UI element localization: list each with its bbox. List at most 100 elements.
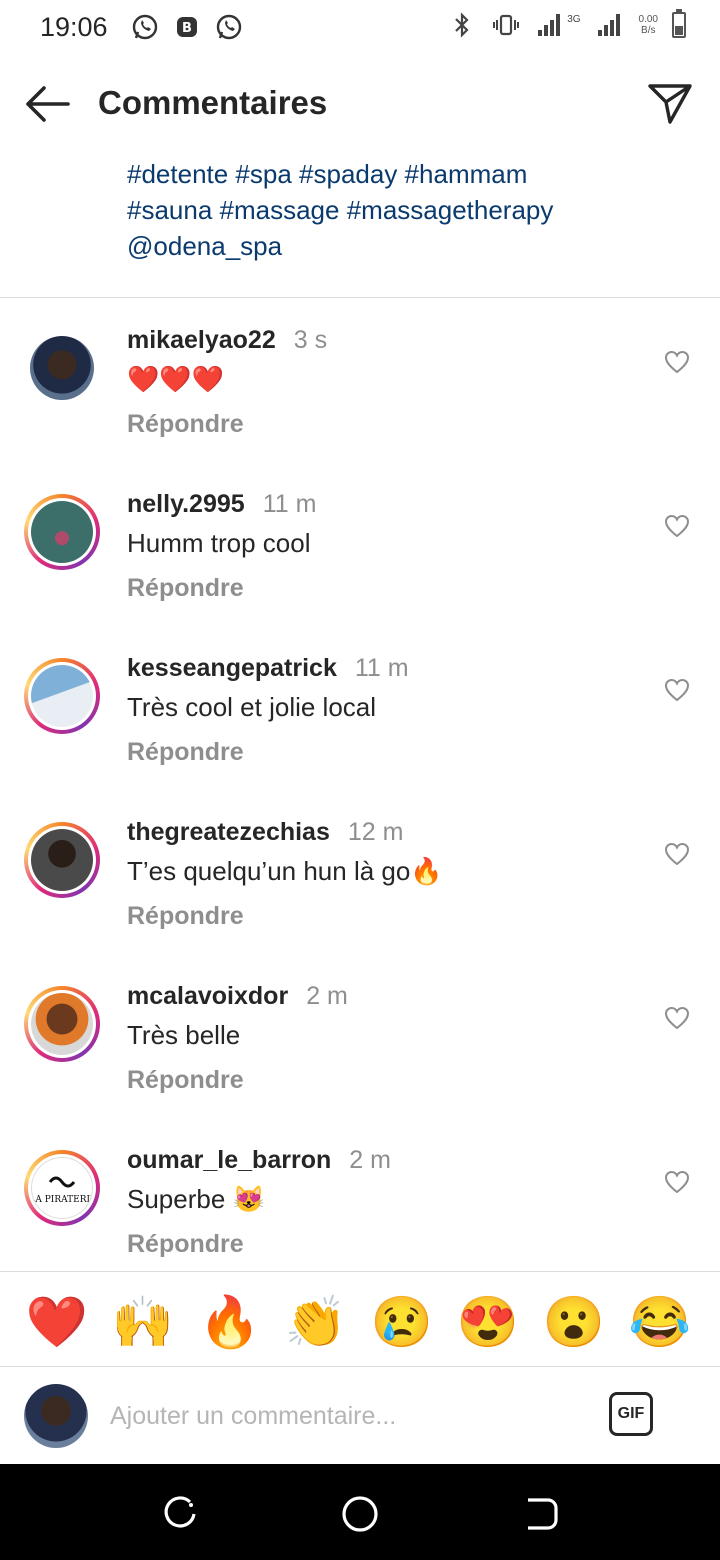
divider <box>0 1271 720 1272</box>
paper-plane-icon <box>648 84 692 124</box>
gif-button[interactable]: GIF <box>609 1392 653 1436</box>
avatar[interactable] <box>24 494 100 570</box>
vibrate-icon <box>491 10 521 40</box>
recent-apps-icon <box>164 1496 196 1528</box>
comment-text: Très cool et jolie local <box>127 692 377 722</box>
b-app-icon: B <box>172 12 202 42</box>
comment-item: kesseangepatrick 11 m Très cool et jolie … <box>0 646 720 786</box>
avatar[interactable] <box>24 658 100 734</box>
reply-button[interactable]: Répondre <box>127 410 244 439</box>
reply-button[interactable]: Répondre <box>127 738 244 767</box>
comment-username[interactable]: mikaelyao22 <box>127 326 276 354</box>
svg-text:B: B <box>182 21 192 36</box>
avatar[interactable] <box>24 986 100 1062</box>
comment-text: Humm trop cool <box>127 528 311 558</box>
comment-time: 11 m <box>262 490 317 518</box>
comment-username[interactable]: thegreatezechias <box>127 818 330 846</box>
like-button[interactable] <box>664 1006 690 1030</box>
emoji-heart-button[interactable]: ❤️ <box>25 1290 89 1354</box>
share-button[interactable] <box>646 80 694 128</box>
emoji-heart-eyes-button[interactable]: 😍 <box>456 1290 520 1354</box>
signal-icon <box>595 10 625 40</box>
heart-outline-icon <box>664 678 690 702</box>
comment-header: mcalavoixdor 2 m <box>127 982 348 1011</box>
home-button[interactable] <box>340 1494 380 1534</box>
recent-apps-button[interactable] <box>160 1494 200 1534</box>
comment-time: 11 m <box>354 654 409 682</box>
emoji-laughing-button[interactable]: 😂 <box>628 1290 692 1354</box>
comment-username[interactable]: oumar_le_barron <box>127 1146 331 1174</box>
heart-outline-icon <box>664 1006 690 1030</box>
comment-composer: GIF <box>0 1370 720 1462</box>
like-button[interactable] <box>664 842 690 866</box>
divider <box>0 1366 720 1367</box>
emoji-clap-button[interactable]: 👏 <box>284 1290 348 1354</box>
net-speed: 0.00 B/s <box>639 14 658 36</box>
like-button[interactable] <box>664 350 690 374</box>
caption-mention[interactable]: @odena_spa <box>127 228 687 264</box>
status-time: 19:06 <box>40 12 108 42</box>
comment-item: mikaelyao22 3 s ❤️❤️❤️ Répondre <box>0 318 720 458</box>
brand-logo: LA PIRATERIE <box>31 1157 93 1219</box>
comment-time: 12 m <box>347 818 404 846</box>
network-type-label: 3G <box>567 13 581 25</box>
reply-button[interactable]: Répondre <box>127 1066 244 1095</box>
comment-text: Très belle <box>127 1020 241 1050</box>
like-button[interactable] <box>664 514 690 538</box>
post-caption: #detente #spa #spaday #hammam #sauna #ma… <box>127 156 687 264</box>
emoji-raised-hands-button[interactable]: 🙌 <box>111 1290 175 1354</box>
emoji-sad-button[interactable]: 😢 <box>370 1290 434 1354</box>
bluetooth-icon <box>447 10 477 40</box>
like-button[interactable] <box>664 1170 690 1194</box>
comment-time: 2 m <box>306 982 348 1010</box>
whatsapp-icon <box>214 12 244 42</box>
comment-input[interactable] <box>110 1394 590 1438</box>
battery-icon <box>672 9 686 38</box>
comment-item: nelly.2995 11 m Humm trop cool Répondre <box>0 482 720 622</box>
caption-hashtags-line2[interactable]: #sauna #massage #massagetherapy <box>127 192 687 228</box>
comment-item: LA PIRATERIE oumar_le_barron 2 m Superbe … <box>0 1138 720 1278</box>
comment-header: nelly.2995 11 m <box>127 490 316 519</box>
like-button[interactable] <box>664 678 690 702</box>
page-title: Commentaires <box>98 84 328 121</box>
gif-label: GIF <box>617 1405 645 1422</box>
heart-outline-icon <box>664 350 690 374</box>
comment-username[interactable]: mcalavoixdor <box>127 982 288 1010</box>
emoji-quick-bar: ❤️ 🙌 🔥 👏 😢 😍 😮 😂 <box>0 1290 720 1354</box>
status-bar: 19:06 B 3G 0.00 B/s <box>0 0 720 58</box>
emoji-fire-button[interactable]: 🔥 <box>198 1290 262 1354</box>
net-speed-unit: B/s <box>641 25 656 36</box>
back-button[interactable] <box>22 82 72 126</box>
avatar[interactable] <box>24 330 100 406</box>
comment-time: 3 s <box>293 326 328 354</box>
heart-outline-icon <box>664 842 690 866</box>
comment-text: ❤️❤️❤️ <box>127 364 225 394</box>
back-nav-button[interactable] <box>520 1494 560 1534</box>
reply-button[interactable]: Répondre <box>127 1230 244 1259</box>
avatar[interactable]: LA PIRATERIE <box>24 1150 100 1226</box>
avatar[interactable] <box>24 822 100 898</box>
comment-header: kesseangepatrick 11 m <box>127 654 409 683</box>
divider <box>0 297 720 298</box>
whatsapp-icon <box>130 12 160 42</box>
reply-button[interactable]: Répondre <box>127 574 244 603</box>
heart-outline-icon <box>664 1170 690 1194</box>
system-nav-bar <box>0 1464 720 1560</box>
home-circle-icon <box>342 1496 378 1532</box>
reply-button[interactable]: Répondre <box>127 902 244 931</box>
status-notification-icons: B <box>130 12 244 42</box>
net-speed-value: 0.00 <box>638 14 658 25</box>
comment-username[interactable]: kesseangepatrick <box>127 654 337 682</box>
comment-username[interactable]: nelly.2995 <box>127 490 245 518</box>
back-nav-icon <box>528 1498 558 1530</box>
emoji-surprised-button[interactable]: 😮 <box>542 1290 606 1354</box>
heart-outline-icon <box>664 514 690 538</box>
comment-time: 2 m <box>349 1146 391 1174</box>
caption-hashtags-line1[interactable]: #detente #spa #spaday #hammam <box>127 156 687 192</box>
comment-text: Superbe 😻 <box>127 1184 265 1214</box>
arrow-left-icon <box>26 86 70 122</box>
top-header: Commentaires <box>0 62 720 146</box>
comment-header: oumar_le_barron 2 m <box>127 1146 391 1175</box>
comment-item: mcalavoixdor 2 m Très belle Répondre <box>0 974 720 1114</box>
signal-icon <box>535 10 565 40</box>
